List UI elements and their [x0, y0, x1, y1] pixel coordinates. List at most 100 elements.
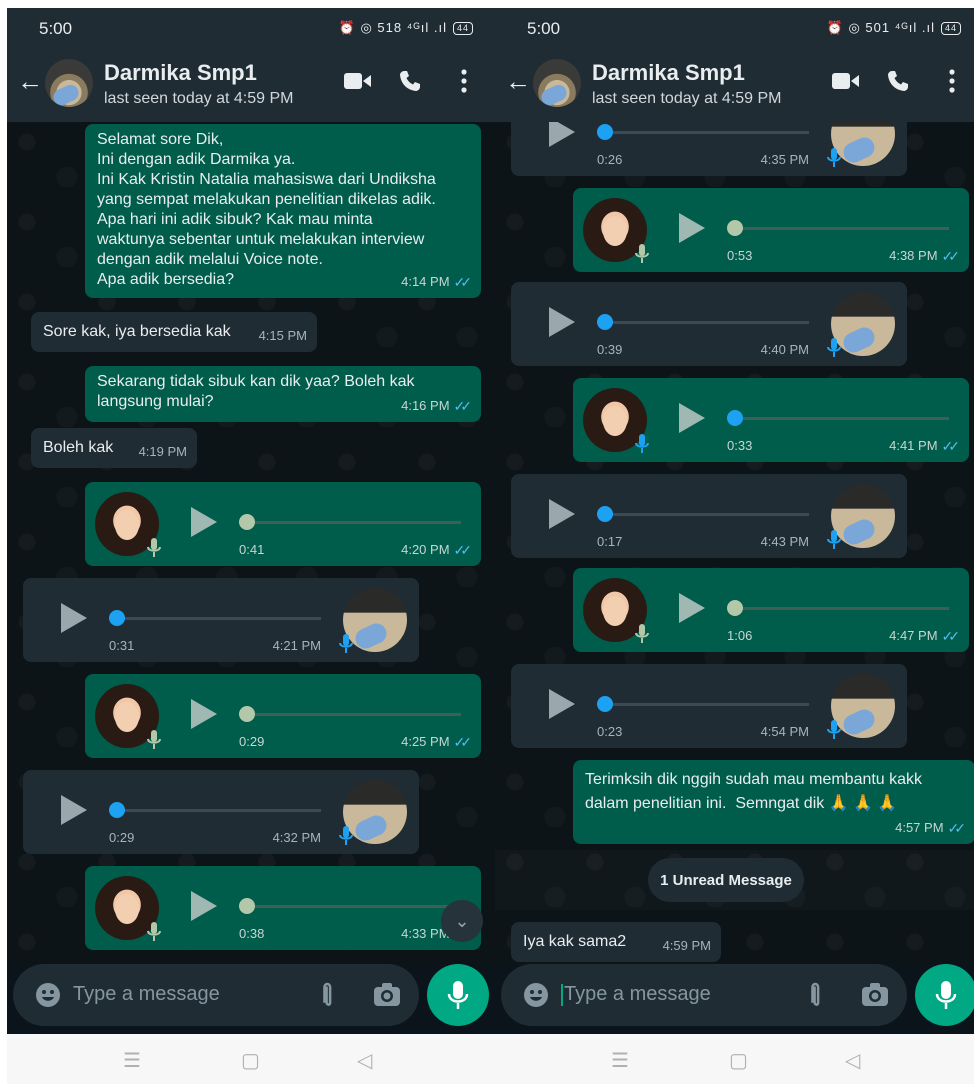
voice-message-incoming[interactable]: 0:26 4:35 PM [511, 122, 907, 176]
audio-scrubber[interactable] [597, 696, 613, 712]
message-input-placeholder[interactable]: Type a message [73, 983, 220, 1006]
audio-track[interactable] [729, 607, 949, 610]
message-bubble-outgoing[interactable]: Terimksih dik nggih sudah mau membantu k… [573, 760, 974, 844]
message-list[interactable]: Selamat sore Dik, Ini dengan adik Darmik… [7, 122, 495, 964]
audio-track[interactable] [605, 131, 809, 134]
status-icons: ⏰ ◎ 518 ⁴ᴳıl .ıl 44 [339, 20, 473, 36]
audio-track[interactable] [241, 521, 461, 524]
play-icon[interactable] [549, 499, 575, 529]
audio-track[interactable] [605, 703, 809, 706]
audio-scrubber[interactable] [727, 600, 743, 616]
voice-message-outgoing[interactable]: 0:53 4:38 PM ✓✓ [573, 188, 969, 272]
camera-icon[interactable] [373, 982, 401, 1008]
play-icon[interactable] [679, 593, 705, 623]
message-list[interactable]: 0:26 4:35 PM 0:53 4:38 PM ✓✓ 0:39 4:40 PM… [495, 122, 974, 964]
audio-track[interactable] [241, 905, 461, 908]
contact-name[interactable]: Darmika Smp1 [592, 60, 745, 86]
voice-message-incoming[interactable]: 0:39 4:40 PM [511, 282, 907, 366]
audio-scrubber[interactable] [239, 898, 255, 914]
play-icon[interactable] [549, 307, 575, 337]
read-ticks-icon: ✓✓ [941, 438, 961, 454]
audio-scrubber[interactable] [727, 220, 743, 236]
message-input-placeholder[interactable]: Type a message [561, 983, 711, 1006]
voice-message-incoming[interactable]: 0:31 4:21 PM [23, 578, 419, 662]
home-button[interactable]: ▢ [729, 1048, 748, 1073]
audio-track[interactable] [729, 227, 949, 230]
audio-track[interactable] [117, 617, 321, 620]
voice-call-icon[interactable] [883, 66, 913, 96]
play-icon[interactable] [191, 507, 217, 537]
audio-scrubber[interactable] [109, 610, 125, 626]
voice-message-outgoing[interactable]: 0:33 4:41 PM ✓✓ [573, 378, 969, 462]
voice-message-outgoing[interactable]: 0:38 4:33 PM✓✓ [85, 866, 481, 950]
contact-avatar[interactable] [533, 59, 581, 107]
audio-scrubber[interactable] [239, 706, 255, 722]
voice-message-incoming[interactable]: 0:17 4:43 PM [511, 474, 907, 558]
recent-apps-button[interactable]: ☰ [123, 1048, 141, 1073]
play-icon[interactable] [549, 689, 575, 719]
back-button[interactable]: ◁ [357, 1048, 372, 1073]
play-icon[interactable] [549, 122, 575, 147]
video-call-icon[interactable] [343, 66, 373, 96]
voice-record-button[interactable] [427, 964, 489, 1026]
play-icon[interactable] [191, 891, 217, 921]
message-input-box[interactable]: Type a message [13, 964, 419, 1026]
camera-icon[interactable] [861, 982, 889, 1008]
audio-track[interactable] [605, 513, 809, 516]
voice-record-button[interactable] [915, 964, 974, 1026]
emoji-icon[interactable] [35, 982, 61, 1008]
sender-avatar [339, 780, 407, 845]
audio-scrubber[interactable] [239, 514, 255, 530]
audio-scrubber[interactable] [597, 124, 613, 140]
voice-message-outgoing[interactable]: 1:06 4:47 PM ✓✓ [573, 568, 969, 652]
play-icon[interactable] [191, 699, 217, 729]
back-button[interactable]: ◁ [845, 1048, 860, 1073]
message-bubble-incoming[interactable]: Iya kak sama2 4:59 PM [511, 922, 721, 962]
status-icons: ⏰ ◎ 501 ⁴ᴳıl .ıl 44 [827, 20, 961, 36]
play-icon[interactable] [61, 603, 87, 633]
audio-scrubber[interactable] [597, 314, 613, 330]
audio-track[interactable] [729, 417, 949, 420]
video-call-icon[interactable] [831, 66, 861, 96]
attach-icon[interactable] [801, 980, 831, 1010]
sender-avatar [95, 492, 161, 557]
read-ticks-icon: ✓✓ [453, 274, 473, 290]
attach-icon[interactable] [313, 980, 343, 1010]
audio-scrubber[interactable] [109, 802, 125, 818]
voice-message-incoming[interactable]: 0:29 4:32 PM [23, 770, 419, 854]
audio-track[interactable] [241, 713, 461, 716]
message-time: 4:54 PM [760, 724, 809, 739]
contact-last-seen: last seen today at 4:59 PM [104, 90, 294, 107]
back-arrow-icon[interactable]: ← [17, 66, 43, 97]
message-time: 4:32 PM [272, 830, 321, 845]
recent-apps-button[interactable]: ☰ [611, 1048, 629, 1073]
voice-call-icon[interactable] [395, 66, 425, 96]
voice-message-outgoing[interactable]: 0:29 4:25 PM ✓✓ [85, 674, 481, 758]
scroll-down-icon[interactable]: ⌄ [441, 900, 483, 942]
emoji-icon[interactable] [523, 982, 549, 1008]
voice-duration: 0:33 [727, 438, 753, 453]
audio-scrubber[interactable] [597, 506, 613, 522]
play-icon[interactable] [61, 795, 87, 825]
voice-message-outgoing[interactable]: 0:41 4:20 PM ✓✓ [85, 482, 481, 566]
play-icon[interactable] [679, 403, 705, 433]
message-bubble-incoming[interactable]: Boleh kak 4:19 PM [31, 428, 197, 468]
message-bubble-incoming[interactable]: Sore kak, iya bersedia kak 4:15 PM [31, 312, 317, 352]
more-options-icon[interactable] [449, 66, 479, 96]
message-input-box[interactable]: Type a message [501, 964, 907, 1026]
system-nav-bar-right: ☰ ▢ ◁ [495, 1034, 974, 1084]
audio-scrubber[interactable] [727, 410, 743, 426]
audio-track[interactable] [605, 321, 809, 324]
home-button[interactable]: ▢ [241, 1048, 260, 1073]
more-options-icon[interactable] [937, 66, 967, 96]
back-arrow-icon[interactable]: ← [505, 66, 531, 97]
contact-avatar[interactable] [45, 59, 93, 107]
message-bubble-outgoing[interactable]: Selamat sore Dik, Ini dengan adik Darmik… [85, 124, 481, 298]
message-bubble-outgoing[interactable]: Sekarang tidak sibuk kan dik yaa? Boleh … [85, 366, 481, 422]
contact-name[interactable]: Darmika Smp1 [104, 60, 257, 86]
voice-message-incoming[interactable]: 0:23 4:54 PM [511, 664, 907, 748]
play-icon[interactable] [679, 213, 705, 243]
audio-track[interactable] [117, 809, 321, 812]
voice-duration: 1:06 [727, 628, 753, 643]
message-time: 4:15 PM [258, 328, 307, 343]
